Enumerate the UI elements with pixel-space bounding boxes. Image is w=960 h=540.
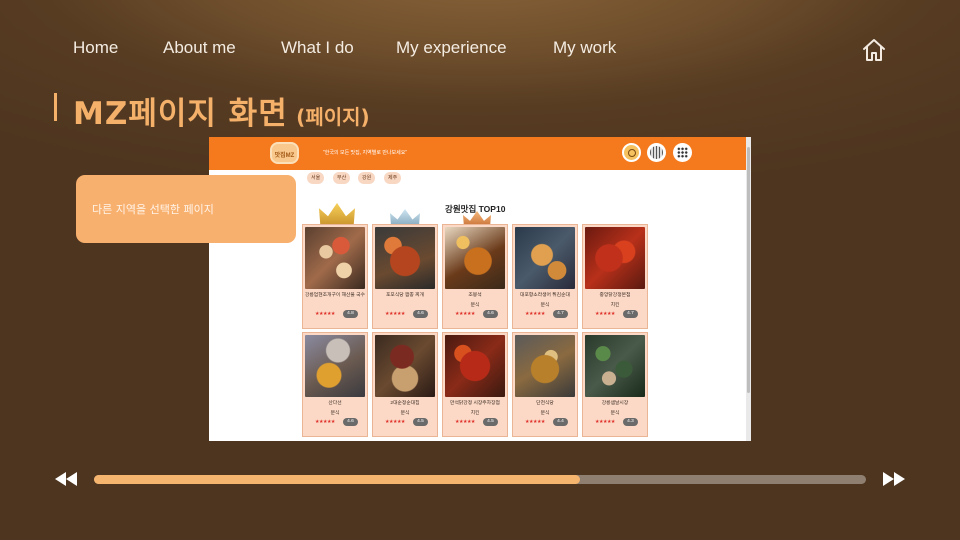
rating-badge: 4.7 (553, 310, 568, 318)
restaurant-card[interactable]: 강릉샘날시장 분식 ★★★★★ 4.3 (582, 332, 648, 437)
restaurant-category: 분식 (540, 303, 550, 308)
restaurant-card[interactable]: 중앙닭강정본점 치킨 ★★★★★ 4.7 (582, 224, 648, 329)
food-photo (585, 335, 645, 397)
restaurant-card[interactable]: 2대순정순대집 분식 ★★★★★ 4.5 (372, 332, 438, 437)
region-tab-gangwon[interactable]: 강원 (358, 172, 376, 184)
rewind-icon[interactable] (55, 472, 77, 486)
restaurant-card[interactable]: 단천식당 분식 ★★★★★ 4.4 (512, 332, 578, 437)
rating-stars: ★★★★★ (595, 419, 615, 425)
rating-badge: 4.8 (343, 310, 358, 318)
rating-stars: ★★★★★ (525, 419, 545, 425)
grid-menu-icon[interactable] (673, 143, 692, 162)
rating-stars: ★★★★★ (385, 311, 405, 317)
restaurant-name: 조봉석 (468, 293, 482, 298)
restaurant-category: 치킨 (470, 411, 480, 416)
restaurant-card[interactable]: 조봉석 분식 ★★★★★ 4.6 (442, 224, 508, 329)
progress-fill (94, 475, 581, 484)
rating-badge: 4.5 (413, 418, 428, 426)
globe-icon[interactable] (647, 143, 666, 162)
food-photo (515, 227, 575, 289)
rating-badge: 4.6 (413, 310, 428, 318)
restaurant-card[interactable]: 강릉엄현조개구이 해산물 국수 ★★★★★ 4.8 (302, 224, 368, 329)
rating-badge: 4.3 (623, 418, 638, 426)
site-slogan: "한국의 모든 맛집, 지역별로 만나보세요" (323, 150, 408, 156)
restaurant-name: 2대순정순대집 (390, 401, 420, 406)
restaurant-category: 분식 (540, 411, 550, 416)
region-tab-seoul[interactable]: 서울 (307, 172, 325, 184)
restaurant-category: 분식 (470, 303, 480, 308)
annotation-text: 다른 지역을 선택한 페이지 (92, 203, 214, 216)
rating-stars: ★★★★★ (315, 419, 335, 425)
restaurant-name: 강릉엄현조개구이 해산물 국수 (304, 293, 366, 298)
rating-stars: ★★★★★ (595, 311, 615, 317)
restaurant-name: 단천식당 (536, 401, 554, 406)
nav-my-experience[interactable]: My experience (396, 38, 507, 58)
restaurant-name: 대포항소라생어 튀김순대 (520, 293, 570, 298)
restaurant-name: 중앙닭강정본점 (599, 293, 631, 298)
food-photo (305, 335, 365, 397)
food-photo (515, 335, 575, 397)
nav-what-i-do[interactable]: What I do (281, 38, 354, 58)
region-tab-jeju[interactable]: 제주 (384, 172, 402, 184)
page-title-sub: (페이지) (296, 105, 370, 129)
top-nav: Home About me What I do My experience My… (0, 38, 960, 62)
restaurant-category: 치킨 (610, 303, 620, 308)
food-photo (585, 227, 645, 289)
restaurant-name: 강릉샘날시장 (601, 401, 629, 406)
rating-stars: ★★★★★ (455, 311, 475, 317)
nav-home[interactable]: Home (73, 38, 118, 58)
rating-stars: ★★★★★ (385, 419, 405, 425)
restaurant-category: 분식 (330, 411, 340, 416)
site-logo[interactable]: 맛집MZ (270, 142, 299, 164)
top10-title: 강원맛집 TOP10 (445, 204, 506, 214)
rating-badge: 4.4 (553, 418, 568, 426)
site-logo-text: 맛집MZ (274, 153, 295, 159)
site-scrollbar[interactable] (746, 137, 751, 441)
search-icon[interactable] (622, 143, 641, 162)
rating-stars: ★★★★★ (525, 311, 545, 317)
fast-forward-icon[interactable] (883, 472, 905, 486)
restaurant-category: 분식 (610, 411, 620, 416)
title-accent-bar (54, 93, 57, 121)
restaurant-category: 분식 (400, 411, 410, 416)
food-photo (375, 335, 435, 397)
food-photo (445, 227, 505, 289)
rating-stars: ★★★★★ (315, 311, 335, 317)
nav-my-work[interactable]: My work (553, 38, 616, 58)
rating-badge: 4.7 (623, 310, 638, 318)
restaurant-name: 포포식당 짬뽕 찌개 (386, 293, 424, 298)
rating-badge: 4.5 (483, 418, 498, 426)
restaurant-card[interactable]: 포포식당 짬뽕 찌개 ★★★★★ 4.6 (372, 224, 438, 329)
annotation-callout: 다른 지역을 선택한 페이지 (76, 175, 296, 243)
restaurant-card[interactable]: 만석닭강정 시장주차장점 치킨 ★★★★★ 4.5 (442, 332, 508, 437)
restaurant-card[interactable]: 산다선 분식 ★★★★★ 4.6 (302, 332, 368, 437)
food-photo (445, 335, 505, 397)
food-photo (375, 227, 435, 289)
nav-about-me[interactable]: About me (163, 38, 236, 58)
food-photo (305, 227, 365, 289)
progress-track[interactable] (94, 475, 866, 484)
site-header: 맛집MZ "한국의 모든 맛집, 지역별로 만나보세요" (209, 137, 746, 170)
rating-badge: 4.6 (343, 418, 358, 426)
page-title-main: MZ페이지 화면 (73, 96, 288, 132)
restaurant-name: 만석닭강정 시장주차장점 (450, 401, 500, 406)
region-tab-busan[interactable]: 부산 (333, 172, 351, 184)
restaurant-name: 산다선 (328, 401, 342, 406)
rating-stars: ★★★★★ (455, 419, 475, 425)
rating-badge: 4.6 (483, 310, 498, 318)
restaurant-card[interactable]: 대포항소라생어 튀김순대 분식 ★★★★★ 4.7 (512, 224, 578, 329)
page-title: MZ페이지 화면 (페이지) (73, 88, 370, 133)
home-icon[interactable] (861, 38, 887, 62)
